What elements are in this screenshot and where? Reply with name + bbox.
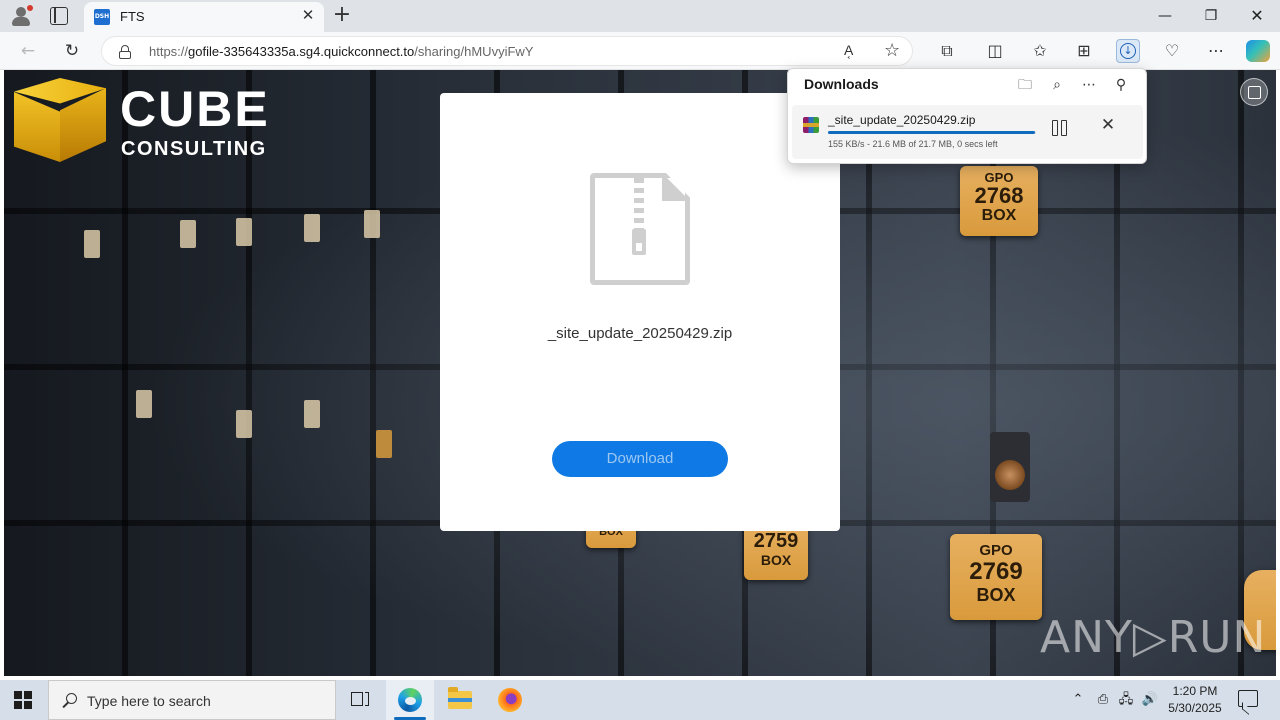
taskbar-clock[interactable]: 1:20 PM 5/30/2025 [1162, 683, 1228, 717]
close-window-button[interactable]: ✕ [1242, 4, 1272, 28]
network-icon[interactable]: 🖧 [1117, 690, 1135, 710]
firefox-icon[interactable] [486, 680, 534, 720]
downloads-panel: Downloads 🗀 ⌕ ⋯ ⚲ _site_update_20250429.… [787, 68, 1147, 164]
download-button[interactable]: Download [552, 441, 728, 477]
browser-tab-bar: DSH FTS ✕ + — ❐ ✕ [0, 0, 1280, 32]
volume-icon[interactable]: 🔊 [1141, 690, 1159, 710]
url-path: /sharing/hMUvyiFwY [414, 44, 534, 59]
file-explorer-icon[interactable] [436, 680, 484, 720]
windows-start-icon[interactable] [14, 691, 32, 709]
favorites-icon[interactable]: ✩ [1028, 39, 1052, 63]
file-share-card: _site_update_20250429.zip Download [440, 93, 840, 531]
downloads-title: Downloads [804, 76, 879, 92]
tab-title: FTS [120, 9, 145, 24]
pause-icon[interactable] [1050, 117, 1070, 137]
collections-icon[interactable]: ⊞ [1072, 39, 1096, 63]
back-arrow-icon[interactable]: ← [17, 40, 39, 62]
url-prefix: https:// [149, 44, 189, 59]
logo-subword: CONSULTING [121, 138, 267, 160]
device-icon[interactable]: ⎙ [1094, 690, 1112, 710]
restore-button[interactable]: ❐ [1196, 4, 1226, 28]
edge-taskbar-icon[interactable] [386, 680, 434, 720]
puzzle-icon[interactable]: ⧉ [935, 39, 959, 63]
tab-actions-icon[interactable] [50, 7, 68, 25]
copilot-icon[interactable] [1246, 40, 1270, 62]
box-tag [136, 390, 152, 418]
logo-word: CUBE [120, 81, 270, 137]
plate-top-label: GPO [979, 542, 1013, 559]
shared-file-name: _site_update_20250429.zip [547, 325, 733, 342]
download-icon[interactable]: ↓ [1116, 39, 1140, 63]
zip-file-icon [590, 173, 690, 285]
new-tab-plus-icon[interactable]: + [332, 4, 352, 26]
visual-search-icon[interactable] [1240, 78, 1268, 106]
plate-number: 2769 [969, 558, 1023, 585]
heart-pulse-icon[interactable]: ♡ [1160, 39, 1184, 63]
notification-icon[interactable] [1238, 690, 1258, 707]
plate-bottom-label: BOX [981, 207, 1017, 224]
box-tag [364, 210, 380, 238]
close-tab-icon[interactable]: ✕ [300, 8, 316, 24]
download-file-name[interactable]: _site_update_20250429.zip [828, 113, 975, 127]
clock-time: 1:20 PM [1172, 684, 1218, 698]
box-tag [84, 230, 100, 258]
box-tag [180, 220, 196, 248]
tab-fts[interactable]: DSH FTS ✕ [84, 2, 324, 32]
box-tag [236, 410, 252, 438]
archive-file-icon [803, 117, 819, 133]
taskbar-search-placeholder: Type here to search [87, 693, 211, 709]
taskbar-search-box[interactable]: Type here to search [48, 680, 336, 720]
plate-number: 2759 [753, 530, 799, 552]
cube-logo-icon [14, 78, 106, 164]
windows-taskbar: Type here to search ⌃ ⎙ 🖧 🔊 1:20 PM 5/30… [0, 680, 1280, 720]
task-view-icon[interactable] [336, 680, 384, 720]
download-progress-fill [828, 131, 1035, 134]
search-icon [61, 692, 79, 710]
browser-toolbar: ← ↻ https://gofile-335643335a.sg4.quickc… [0, 32, 1280, 70]
plate-number: 2768 [974, 183, 1024, 208]
site-favicon-icon: DSH [94, 9, 110, 25]
box-plate-2769: GPO 2769 BOX [950, 534, 1042, 620]
address-bar[interactable]: https://gofile-335643335a.sg4.quickconne… [101, 36, 913, 66]
open-folder-icon[interactable]: 🗀 [1015, 75, 1035, 95]
plate-bottom-label: BOX [760, 552, 792, 568]
clock-date: 5/30/2025 [1168, 701, 1222, 715]
plate-bottom-label: BOX [976, 585, 1016, 605]
refresh-icon[interactable]: ↻ [61, 40, 83, 62]
read-aloud-icon[interactable]: A͔ [844, 42, 853, 58]
box-tag [304, 214, 320, 242]
box-lock [990, 432, 1030, 502]
more-options-icon[interactable]: ⋯ [1079, 75, 1099, 95]
ellipsis-icon[interactable]: ⋯ [1204, 39, 1228, 63]
box-plate-2768: GPO 2768 BOX [960, 166, 1038, 236]
profile-icon[interactable] [10, 5, 33, 27]
anyrun-watermark: ANY▷RUN [1040, 612, 1267, 663]
split-screen-icon[interactable]: ◫ [983, 39, 1007, 63]
url-host: gofile-335643335a.sg4.quickconnect.to [188, 44, 415, 59]
chevron-up-icon[interactable]: ⌃ [1070, 690, 1086, 710]
pin-icon[interactable]: ⚲ [1111, 75, 1131, 95]
cancel-download-icon[interactable]: ✕ [1098, 115, 1118, 135]
search-icon[interactable]: ⌕ [1047, 75, 1067, 95]
minimize-button[interactable]: — [1150, 4, 1180, 28]
download-status: 155 KB/s - 21.6 MB of 21.7 MB, 0 secs le… [828, 139, 998, 149]
url-text[interactable]: https://gofile-335643335a.sg4.quickconne… [149, 44, 533, 59]
download-item[interactable]: _site_update_20250429.zip 155 KB/s - 21.… [792, 105, 1143, 159]
lock-icon[interactable] [119, 45, 131, 59]
box-tag [304, 400, 320, 428]
box-tag [236, 218, 252, 246]
download-progress-bar [828, 131, 1036, 134]
box-tag [376, 430, 392, 458]
star-icon[interactable]: ☆ [884, 40, 900, 61]
